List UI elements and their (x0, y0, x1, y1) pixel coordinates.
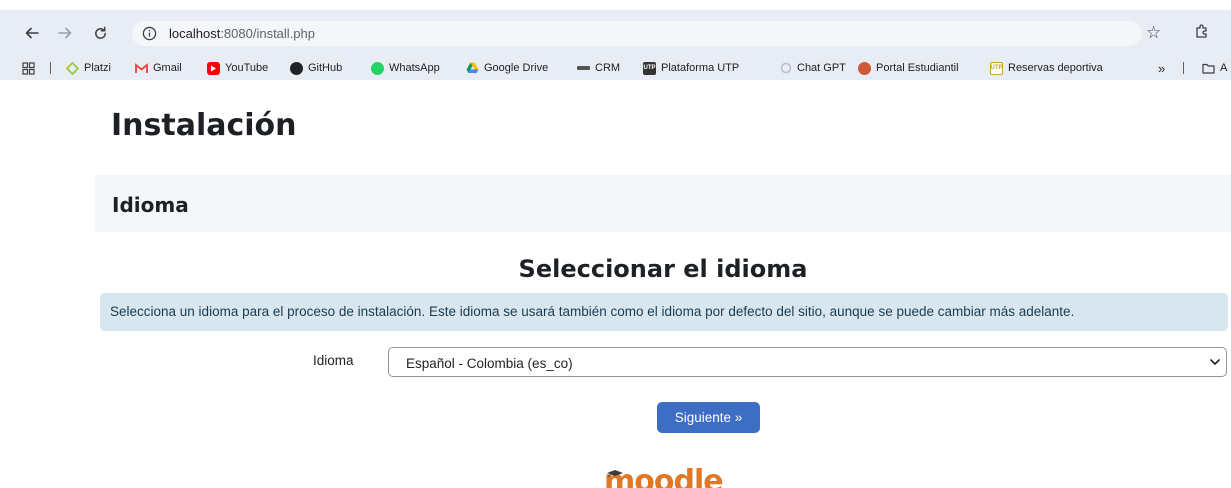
bookmark-folder-label: A (1220, 62, 1228, 74)
extensions-icon[interactable] (1194, 23, 1210, 44)
bookmark-label: Portal Estudiantil (876, 62, 959, 74)
bookmark-folder[interactable]: A (1202, 60, 1227, 76)
utp-icon: UTP (643, 61, 656, 75)
bookmark-label: Plataforma UTP (661, 62, 740, 74)
bookmark-star-icon[interactable]: ☆ (1146, 23, 1161, 43)
apps-grid-icon[interactable] (22, 60, 35, 76)
bookmark-crm[interactable]: CRM (577, 60, 620, 76)
crm-icon (577, 66, 590, 70)
bookmark-chat-gpt[interactable]: Chat GPT (779, 60, 846, 76)
bookmarks-bar: Platzi Gmail YouTube GitHub WhatsApp Goo… (0, 56, 1231, 80)
chatgpt-icon (779, 62, 792, 75)
bookmark-label: WhatsApp (389, 62, 440, 74)
language-select-value: Español - Colombia (es_co) (406, 356, 573, 371)
utp-reservas-icon: UTP (990, 61, 1003, 75)
language-field-label: Idioma (313, 353, 354, 368)
info-alert: Selecciona un idioma para el proceso de … (100, 293, 1228, 331)
bookmark-label: Gmail (153, 62, 182, 74)
bookmark-label: GitHub (308, 62, 343, 74)
bookmark-label: YouTube (225, 62, 269, 74)
folder-icon (1202, 62, 1215, 75)
back-arrow-icon[interactable] (22, 23, 42, 43)
bookmark-platzi[interactable]: Platzi (66, 60, 111, 76)
moodle-logo: moodle (604, 463, 724, 488)
bookmark-label: Platzi (84, 62, 111, 74)
graduation-cap-icon (607, 470, 623, 477)
platzi-icon (66, 61, 79, 75)
youtube-icon (207, 61, 220, 75)
bookmarks-divider-right (1183, 62, 1184, 74)
select-language-heading: Seleccionar el idioma (518, 255, 808, 283)
next-button[interactable]: Siguiente » (657, 402, 760, 433)
reload-icon[interactable] (90, 23, 110, 43)
forward-arrow-icon[interactable] (55, 23, 75, 43)
bookmark-whatsapp[interactable]: WhatsApp (371, 60, 440, 76)
bookmark-label: Reservas deportiva (1008, 62, 1103, 74)
info-alert-text: Selecciona un idioma para el proceso de … (110, 304, 1075, 319)
portal-icon (858, 61, 871, 75)
bookmark-portal-estudiantil[interactable]: Portal Estudiantil (858, 60, 959, 76)
whatsapp-icon (371, 61, 384, 75)
browser-toolbar: localhost:8080/install.php ☆ (0, 10, 1231, 56)
section-title: Idioma (112, 193, 189, 217)
language-select[interactable]: Español - Colombia (es_co) (388, 347, 1227, 377)
bookmark-label: CRM (595, 62, 621, 74)
section-header: Idioma (95, 175, 1231, 232)
bookmark-github[interactable]: GitHub (290, 60, 342, 76)
address-bar[interactable]: localhost:8080/install.php (132, 21, 1142, 46)
url-path: :8080/install.php (220, 26, 315, 41)
bookmark-youtube[interactable]: YouTube (207, 60, 268, 76)
chevron-down-icon (1210, 359, 1220, 365)
gmail-icon (135, 62, 148, 75)
bookmark-label: Google Drive (484, 62, 549, 74)
url-host: localhost (169, 26, 221, 41)
bookmark-google-drive[interactable]: Google Drive (466, 60, 548, 76)
bookmark-label: Chat GPT (797, 62, 846, 74)
bookmark-reservas-deportiva[interactable]: UTP Reservas deportiva (990, 60, 1103, 76)
page-title: Instalación (111, 108, 297, 143)
bookmarks-overflow-button[interactable]: » (1158, 60, 1165, 76)
url-text: localhost:8080/install.php (169, 26, 315, 41)
github-icon (290, 61, 303, 75)
site-info-icon[interactable] (140, 24, 159, 43)
bookmark-plataforma-utp[interactable]: UTP Plataforma UTP (643, 60, 739, 76)
google-drive-icon (466, 62, 479, 75)
bookmarks-divider (50, 62, 51, 74)
bookmark-gmail[interactable]: Gmail (135, 60, 182, 76)
